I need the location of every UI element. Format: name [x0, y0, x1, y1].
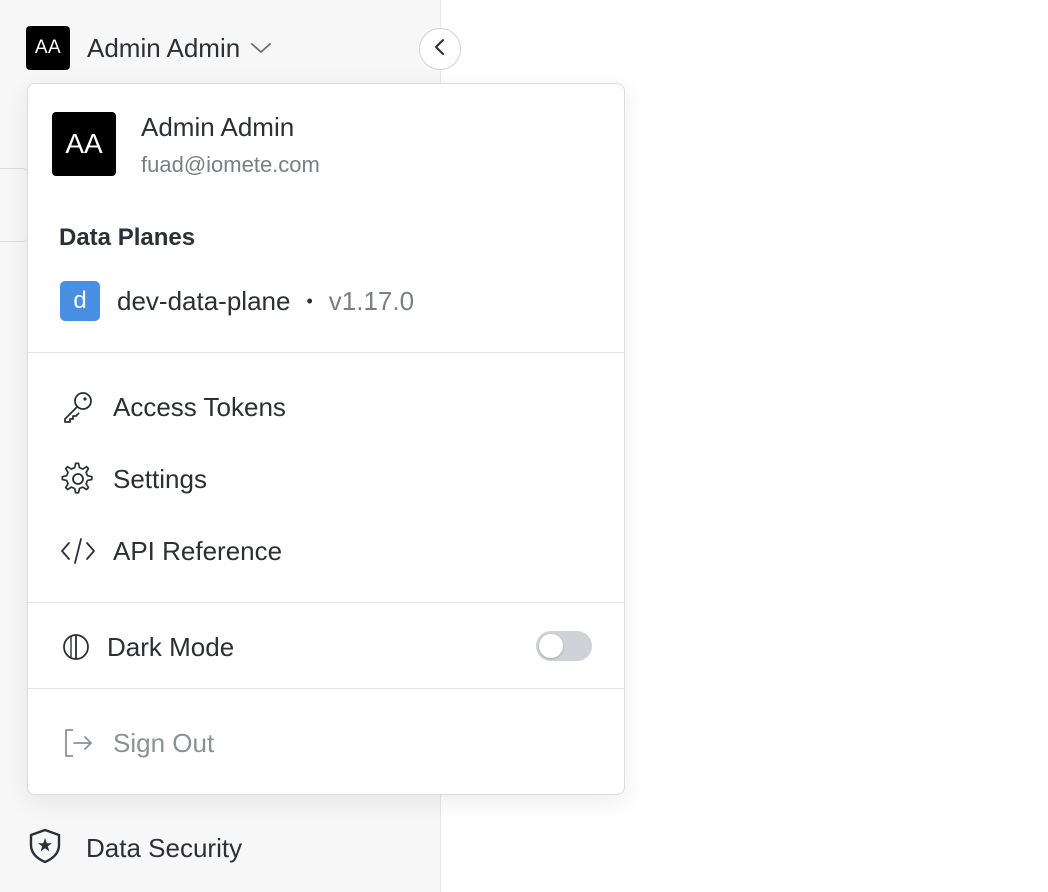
menu-item-label: Settings	[113, 463, 207, 494]
data-plane-badge: d	[60, 281, 100, 321]
profile-summary: AA Admin Admin fuad@iomete.com	[52, 112, 320, 178]
data-plane-version: v1.17.0	[328, 285, 415, 316]
key-icon	[60, 389, 96, 425]
toggle-knob	[539, 634, 563, 658]
menu-item-label: Sign Out	[113, 727, 215, 758]
user-name: Admin Admin	[87, 32, 241, 63]
menu-item-label: Access Tokens	[113, 391, 286, 422]
menu-item-access-tokens[interactable]: Access Tokens	[60, 387, 286, 427]
user-dropdown-menu: AA Admin Admin fuad@iomete.com Data Plan…	[27, 83, 625, 795]
code-icon	[60, 533, 96, 569]
menu-item-sign-out[interactable]: Sign Out	[60, 723, 214, 763]
data-planes-title: Data Planes	[59, 224, 196, 251]
menu-item-label: API Reference	[113, 535, 283, 566]
menu-item-settings[interactable]: Settings	[60, 459, 207, 499]
sidebar-item-label: Data Security	[86, 832, 243, 863]
profile-email: fuad@iomete.com	[141, 152, 320, 177]
chevron-left-icon	[433, 38, 447, 61]
dark-mode-toggle[interactable]	[536, 631, 592, 661]
user-menu-trigger[interactable]: AA Admin Admin	[26, 26, 272, 70]
menu-item-dark-mode[interactable]: Dark Mode	[60, 627, 234, 667]
separator-dot: •	[306, 290, 313, 311]
collapse-sidebar-button[interactable]	[419, 28, 461, 70]
avatar: AA	[52, 112, 116, 176]
data-plane-name: dev-data-plane	[117, 285, 291, 316]
chevron-down-icon	[250, 41, 272, 55]
menu-item-api-reference[interactable]: API Reference	[60, 531, 282, 571]
menu-item-label: Dark Mode	[107, 631, 235, 662]
divider	[28, 352, 624, 353]
profile-name: Admin Admin	[141, 112, 295, 142]
divider	[28, 688, 624, 689]
sidebar-card	[0, 168, 30, 242]
sign-out-icon	[60, 725, 96, 761]
shield-star-icon	[28, 828, 62, 869]
gear-icon	[60, 461, 96, 497]
sidebar-item-data-security[interactable]: Data Security	[28, 826, 242, 870]
divider	[28, 602, 624, 603]
data-plane-item[interactable]: d dev-data-plane • v1.17.0	[60, 281, 414, 321]
avatar: AA	[26, 26, 70, 70]
contrast-icon	[60, 629, 92, 665]
